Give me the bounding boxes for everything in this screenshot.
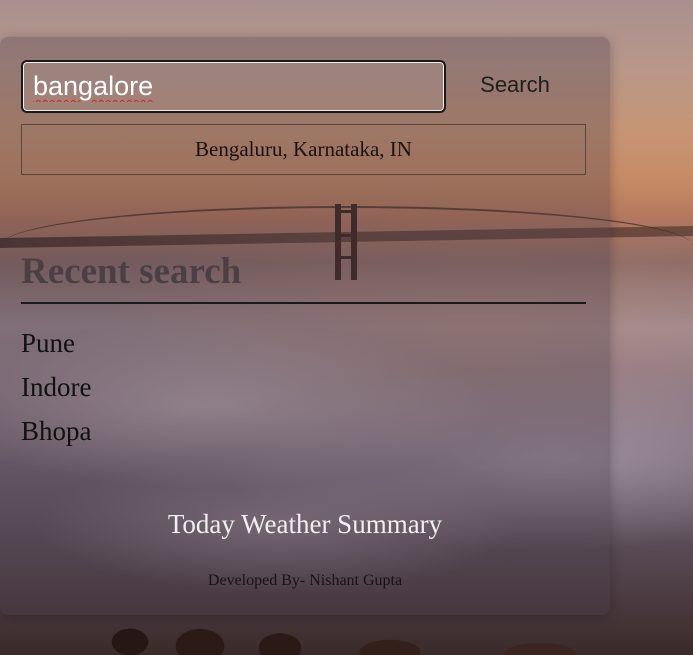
city-search-input[interactable] bbox=[21, 60, 446, 113]
city-suggestion[interactable]: Bengaluru, Karnataka, IN bbox=[21, 124, 586, 175]
weather-panel: Search Bengaluru, Karnataka, IN Recent s… bbox=[0, 37, 610, 615]
recent-search-item[interactable]: Indore bbox=[21, 365, 92, 409]
recent-search-list: Pune Indore Bhopa bbox=[21, 321, 92, 453]
recent-search-item[interactable]: Bhopa bbox=[21, 409, 92, 453]
recent-search-item[interactable]: Pune bbox=[21, 321, 92, 365]
weather-summary-title: Today Weather Summary bbox=[167, 509, 443, 539]
recent-search-divider bbox=[21, 302, 586, 304]
search-button[interactable]: Search bbox=[464, 65, 566, 105]
recent-search-title: Recent search bbox=[21, 251, 242, 292]
tree-silhouettes bbox=[90, 612, 693, 655]
developer-credit: Developed By- Nishant Gupta bbox=[207, 572, 403, 589]
